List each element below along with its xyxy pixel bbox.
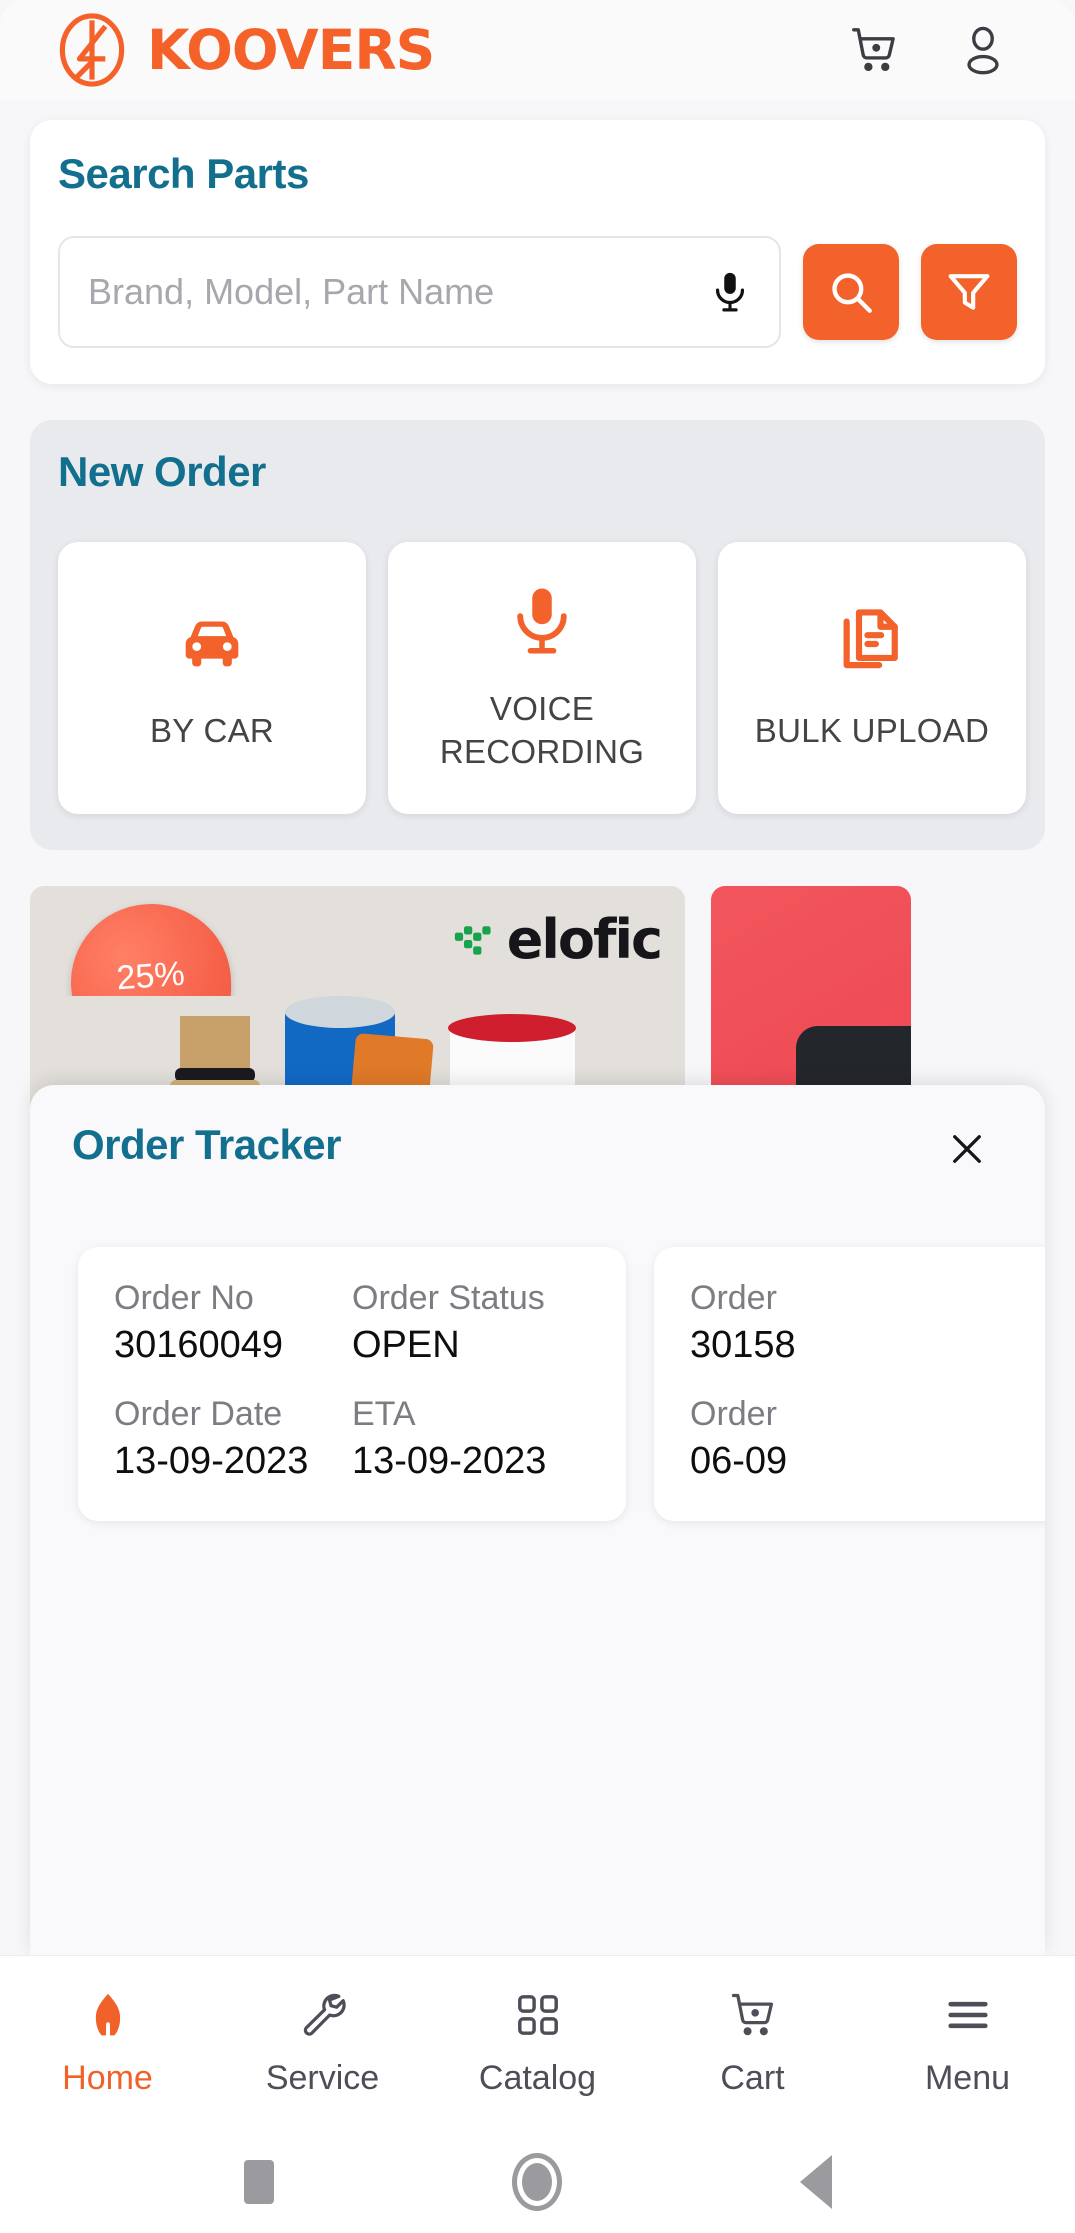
grid-icon [509,1989,567,2041]
search-button[interactable] [803,244,899,340]
discount-percent: 25% [115,955,186,998]
phone-screen: KOOVERS Search Parts Brand, Model, Part … [0,0,1075,2233]
nav-label: Catalog [478,2058,597,2097]
order-no-label: Order No [114,1279,254,1317]
eta-value: 13-09-2023 [352,1440,547,1482]
eta-field [928,1395,1045,1483]
tile-by-car[interactable]: BY CAR [58,542,366,814]
order-tracker-header: Order Tracker [60,1115,1015,1177]
order-card[interactable]: Order No 30160049 Order Status OPEN Orde… [78,1247,626,1521]
order-status-label: Order Status [352,1279,545,1317]
new-order-card: New Order BY CAR VOICE RECORDING BULK UP… [30,420,1045,850]
status-badge: OPEN [352,1324,460,1366]
microphone-icon[interactable] [707,269,753,315]
nav-label: Service [265,2058,380,2097]
order-date-value: 06-09 [690,1440,788,1482]
tile-voice-recording[interactable]: VOICE RECORDING [388,542,696,814]
car-icon [173,604,251,682]
order-tracker-sheet: Order Tracker Order No 30160049 Order St… [30,1085,1045,1955]
order-no-value: 30160049 [114,1324,284,1366]
search-input-wrapper[interactable] [58,236,781,348]
order-date-field: Order 06-09 [690,1395,928,1483]
order-no-field: Order 30158 [690,1279,928,1367]
order-field-grid: Order No 30160049 Order Status OPEN Orde… [114,1279,590,1483]
android-system-nav [0,2130,1075,2233]
tile-bulk-upload[interactable]: BULK UPLOAD [718,542,1026,814]
bottom-navigation: Home Service Catalog Cart Menu [0,1955,1075,2130]
eta-field: ETA 13-09-2023 [352,1395,590,1483]
search-row [58,236,1017,348]
square-recents-icon[interactable] [224,2147,294,2217]
filter-button[interactable] [921,244,1017,340]
new-order-tiles: BY CAR VOICE RECORDING BULK UPLOAD [58,542,1026,814]
order-date-field: Order Date 13-09-2023 [114,1395,352,1483]
search-input[interactable] [88,271,707,313]
nav-item-catalog[interactable]: Catalog [458,1989,618,2098]
eta-label: ETA [352,1395,416,1433]
brand-logo[interactable]: KOOVERS [55,13,435,87]
wrench-icon [294,1989,352,2041]
order-status-field: Order Status OPEN [352,1279,590,1367]
search-parts-card: Search Parts [30,120,1045,384]
elofic-green-dots-logo [453,918,497,962]
nav-label: Home [62,2058,153,2097]
nav-item-service[interactable]: Service [243,1989,403,2098]
nav-label: Cart [720,2058,785,2097]
circle-home-icon[interactable] [502,2147,572,2217]
app-header: KOOVERS [0,0,1075,100]
tile-label: BULK UPLOAD [754,711,990,749]
header-actions [847,23,1035,77]
microphone-icon [503,582,581,660]
order-no-label: Order [690,1279,777,1317]
hamburger-menu-icon [939,1989,997,2041]
main-content: Search Parts Brand, Model, Part Name New… [0,100,1075,1955]
nav-item-home[interactable]: Home [28,1989,188,2098]
nav-label: Menu [924,2058,1011,2097]
shopping-cart-icon [724,1989,782,2041]
nav-item-cart[interactable]: Cart [673,1989,833,2098]
nav-item-menu[interactable]: Menu [888,1989,1048,2098]
home-icon [79,1989,137,2041]
brand-name: KOOVERS [147,18,435,82]
order-date-label: Order Date [114,1395,283,1433]
tile-label: BY CAR [149,711,275,749]
elofic-brand-logo: elofic [453,908,663,971]
search-parts-title: Search Parts [58,150,309,197]
elofic-wordmark: elofic [506,908,663,971]
order-date-label: Order [690,1395,777,1433]
close-icon[interactable] [939,1121,995,1177]
order-date-value: 13-09-2023 [114,1440,309,1482]
order-tracker-title: Order Tracker [72,1121,342,1168]
order-no-value: 30158 [690,1324,796,1366]
koovers-circle-k-logo [55,13,129,87]
document-upload-icon [833,604,911,682]
tile-label: VOICE RECORDING [439,690,645,770]
order-card[interactable]: Order 30158 Order 06-09 [654,1247,1045,1521]
order-no-field: Order No 30160049 [114,1279,352,1367]
order-status-field [928,1279,1045,1367]
order-field-grid: Order 30158 Order 06-09 [690,1279,1045,1483]
shopping-cart-icon[interactable] [847,23,901,77]
user-account-icon[interactable] [956,23,1010,77]
order-cards-scroller[interactable]: Order No 30160049 Order Status OPEN Orde… [60,1247,1045,1521]
triangle-back-icon[interactable] [781,2147,851,2217]
new-order-title: New Order [58,448,266,495]
